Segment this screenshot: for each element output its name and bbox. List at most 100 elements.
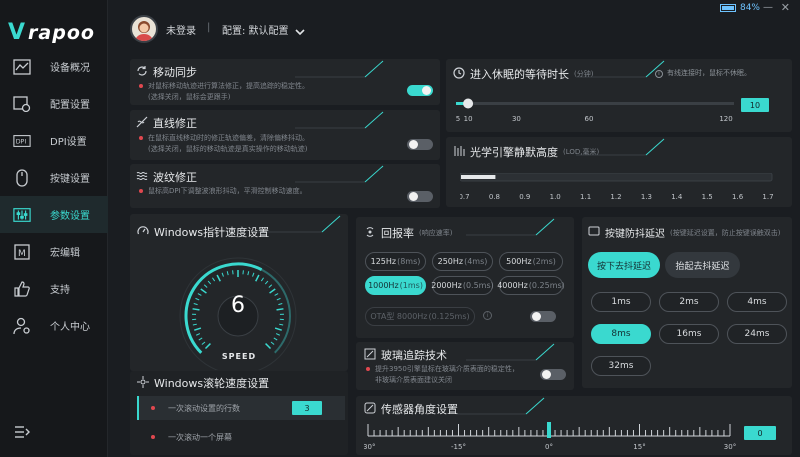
speedometer-icon (137, 225, 149, 240)
chart-line-icon (13, 58, 31, 76)
user-name[interactable]: 未登录 (166, 22, 196, 37)
sleep-slider[interactable]: 5 10 30 60 120 (456, 97, 736, 125)
top-bar: 未登录 | 配置: 默认配置 84% — ✕ (108, 0, 800, 58)
minimize-button[interactable]: — (763, 2, 773, 13)
polling-1000-button[interactable]: 1000Hz (1ms) (365, 276, 426, 295)
sync-icon (136, 65, 148, 80)
pointer-speed-title: Windows指针速度设置 (137, 224, 269, 240)
polling-250-button[interactable]: 250Hz (4ms) (432, 252, 493, 271)
brand-logo: Vrapoo (8, 20, 95, 45)
scroll-page-option[interactable]: 一次滚动一个屏幕 (137, 425, 345, 449)
angle-slider-knob[interactable] (547, 422, 551, 438)
sidebar-item-device-overview[interactable]: 设备概况 (0, 48, 108, 85)
sidebar-item-label: 配置设置 (50, 100, 90, 111)
angle-tick-label: 15° (633, 443, 645, 451)
gauge-tick (221, 272, 224, 277)
gauge-tick (264, 280, 269, 285)
thumbs-up-icon (13, 280, 31, 298)
debounce-1ms[interactable]: 1ms (591, 292, 651, 312)
sidebar-item-label: 宏编辑 (50, 248, 80, 259)
release-debounce-tab[interactable]: 抬起去抖延迟 (665, 252, 740, 278)
keyboard-icon (588, 226, 600, 239)
gauge-tick (265, 343, 272, 350)
gauge-tick (278, 303, 283, 306)
polling-2000-button[interactable]: 2000Hz (0.5ms) (431, 276, 494, 295)
angle-tick-label: -30° (364, 443, 375, 451)
motion-sync-toggle[interactable] (407, 85, 433, 96)
sidebar-item-dpi[interactable]: DPI DPI设置 (0, 122, 108, 159)
sensor-angle-panel: 传感器角度设置 -30° -15° 0° 15° 30° 0 (356, 396, 792, 455)
signal-icon (364, 226, 376, 241)
gauge-tick (252, 272, 255, 277)
info-icon[interactable]: i (483, 311, 492, 320)
sidebar-item-label: 按键设置 (50, 174, 90, 185)
polling-125-button[interactable]: 125Hz (8ms) (365, 252, 426, 271)
angle-snap-panel: 直线修正 在鼠标直线移动时的修正轨迹偏差，清除偏移抖动。 (选择关闭，鼠标的移动轨… (130, 110, 440, 160)
angle-tick-label: 30° (724, 443, 736, 451)
sidebar-item-buttons[interactable]: 按键设置 (0, 159, 108, 196)
polling-rate-title: 回报率 (响应速率) (364, 225, 452, 241)
sleep-tick-label: 10 (464, 115, 473, 123)
sleep-tick-label: 120 (719, 115, 732, 123)
sensor-angle-slider[interactable]: -30° -15° 0° 15° 30° (364, 422, 744, 455)
debounce-2ms[interactable]: 2ms (659, 292, 719, 312)
debounce-32ms[interactable]: 32ms (591, 356, 651, 376)
scroll-wheel-icon (137, 375, 149, 391)
gauge-tick (193, 303, 198, 306)
gauge-tick (192, 308, 200, 311)
lod-tick-label: 0.8 (489, 193, 500, 201)
ripple-desc: 鼠标高DPI下调整波浪形抖动，平滑控制移动速度。 (139, 186, 307, 197)
angle-tick-label: -15° (451, 443, 466, 451)
gauge-tick (260, 277, 264, 282)
scroll-lines-label: 一次滚动设置的行数 (168, 403, 240, 413)
avatar[interactable] (130, 15, 158, 43)
chevron-down-icon[interactable] (294, 22, 306, 36)
scroll-lines-input[interactable]: 3 (292, 401, 322, 415)
debounce-8ms[interactable]: 8ms (591, 324, 651, 344)
sensor-angle-input[interactable]: 0 (744, 426, 776, 440)
sidebar-item-params[interactable]: 参数设置 (0, 196, 108, 233)
glass-tracking-toggle[interactable] (540, 369, 566, 380)
lod-title: 光学引擎静默高度 (LOD,毫米) (453, 144, 599, 160)
gauge-tick (255, 274, 260, 282)
press-debounce-tab[interactable]: 按下去抖延迟 (588, 252, 660, 278)
gauge-tick (195, 297, 200, 301)
config-selector[interactable]: 配置: 默认配置 (222, 22, 289, 37)
mouse-icon (13, 168, 31, 187)
debounce-24ms[interactable]: 24ms (727, 324, 787, 344)
sidebar-item-label: 设备概况 (50, 63, 90, 74)
polling-4000-button[interactable]: 4000Hz (0.25ms) (497, 276, 565, 295)
sleep-panel: 进入休眠的等待时长 (分钟) i 有线连接时，鼠标不休眠。 5 10 30 60 120 1… (446, 59, 792, 132)
sidebar-item-profile[interactable]: 个人中心 (0, 307, 108, 344)
debounce-16ms[interactable]: 16ms (659, 324, 719, 344)
gauge-tick (275, 333, 280, 336)
sidebar-item-config[interactable]: 配置设置 (0, 85, 108, 122)
scroll-page-label: 一次滚动一个屏幕 (168, 432, 232, 442)
gauge-tick (216, 274, 221, 282)
close-button[interactable]: ✕ (781, 1, 790, 14)
sleep-tick-label: 5 (456, 115, 460, 123)
lod-tick-label: 1.6 (732, 193, 744, 201)
gauge-tick (276, 308, 284, 311)
clock-icon (453, 66, 465, 82)
angle-snap-toggle[interactable] (407, 139, 433, 150)
sidebar-item-label: DPI设置 (50, 137, 87, 148)
ripple-toggle[interactable] (407, 191, 433, 202)
polling-ota-toggle[interactable] (530, 311, 556, 322)
sleep-value-input[interactable]: 10 (741, 98, 769, 112)
polling-500-button[interactable]: 500Hz (2ms) (499, 252, 563, 271)
lod-slider[interactable]: 0.7 0.8 0.9 1.0 1.1 1.2 1.3 1.4 1.5 1.6 1.7 (460, 173, 780, 203)
gauge-tick (200, 288, 207, 294)
info-icon: i (655, 70, 663, 78)
ripple-panel: 波纹修正 鼠标高DPI下调整波浪形抖动，平滑控制移动速度。 (130, 164, 440, 208)
gauge-tick (201, 341, 206, 345)
sidebar-item-macro[interactable]: M 宏编辑 (0, 233, 108, 270)
collapse-menu-icon[interactable] (14, 424, 30, 438)
debounce-4ms[interactable]: 4ms (727, 292, 787, 312)
gauge-tick (197, 293, 202, 296)
polling-ota-8000-button[interactable]: OTA型 8000Hz (0.125ms) (365, 307, 475, 326)
sidebar-item-support[interactable]: 支持 (0, 270, 108, 307)
sleep-hint: i 有线连接时，鼠标不休眠。 (655, 68, 751, 79)
battery-indicator: 84% (719, 3, 760, 13)
sliders-icon (13, 206, 31, 224)
